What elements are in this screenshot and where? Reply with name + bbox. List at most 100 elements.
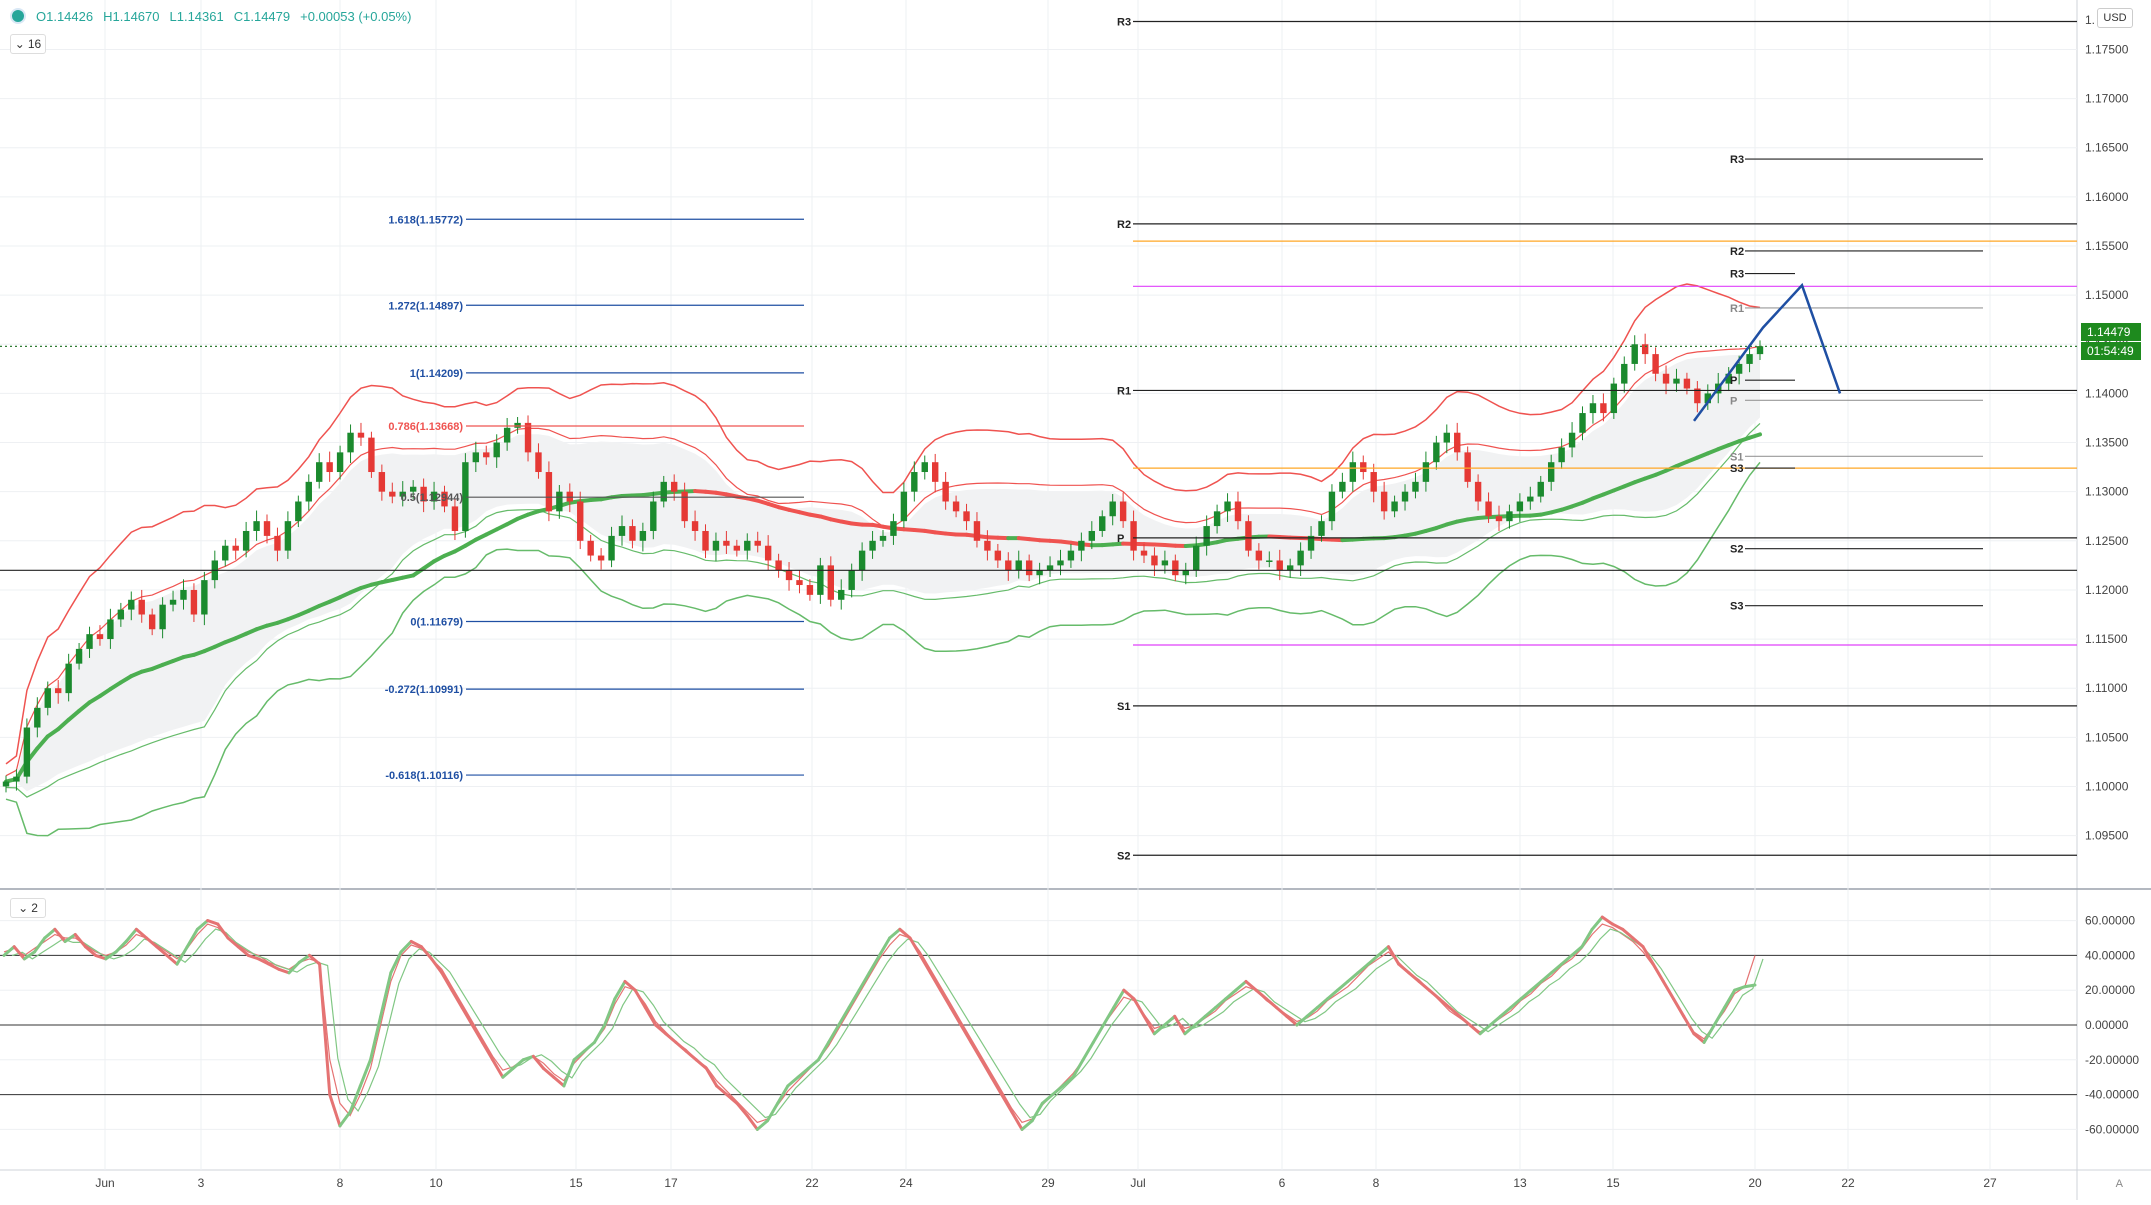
candle-body: [734, 546, 740, 551]
chart-area[interactable]: 1.175001.170001.165001.160001.155001.150…: [0, 0, 2151, 1200]
candle-body: [1569, 433, 1575, 448]
oscillator-count: 2: [31, 901, 38, 915]
weekly-pivot-label: S3: [1730, 463, 1743, 475]
price-tick-label: 1.17500: [2085, 42, 2129, 56]
candle-body: [671, 482, 677, 492]
candle-body: [922, 462, 928, 472]
candle-body: [232, 546, 238, 551]
currency-button[interactable]: USD: [2097, 8, 2133, 28]
candle-body: [55, 688, 61, 693]
legend-low: L1.14361: [170, 9, 224, 24]
candle-body: [170, 600, 176, 605]
candle-body: [556, 492, 562, 512]
candle-body: [1151, 556, 1157, 566]
candle-body: [1162, 560, 1168, 565]
price-tick-label: 1.13000: [2085, 485, 2129, 499]
weekly-pivot-label: R1: [1730, 303, 1744, 315]
candle-body: [180, 590, 186, 600]
candle-body: [1444, 433, 1450, 443]
candle-body: [1757, 346, 1763, 354]
candle-body: [1120, 502, 1126, 522]
candle-body: [191, 590, 197, 615]
candle-body: [640, 531, 646, 541]
candle-body: [1475, 482, 1481, 502]
monthly-pivot-label: S2: [1117, 850, 1130, 862]
candle-body: [1360, 462, 1366, 472]
oscillator-collapse-button[interactable]: ⌄ 2: [10, 898, 46, 918]
weekly-pivot-label: S3: [1730, 601, 1743, 613]
osc-tick-label: -20.00000: [2085, 1053, 2139, 1067]
candle-body: [295, 502, 301, 522]
candle-body: [1099, 516, 1105, 531]
candle-body: [1350, 462, 1356, 482]
candle-body: [3, 782, 9, 787]
candle-body: [744, 541, 750, 551]
candle-body: [45, 688, 51, 708]
candle-body: [1172, 560, 1178, 575]
fib-level-label: 0.786(1.13668): [388, 421, 463, 433]
candle-body: [1736, 364, 1742, 374]
candle-body: [1235, 502, 1241, 522]
auto-scale-button[interactable]: A: [2116, 1178, 2123, 1190]
price-tick-label: 1.10000: [2085, 779, 2129, 793]
candle-body: [911, 472, 917, 492]
candle-body: [326, 462, 332, 472]
weekly-pivot-label: P: [1730, 375, 1737, 387]
candle-body: [1318, 521, 1324, 536]
candle-body: [1611, 384, 1617, 413]
monthly-pivot-label: P: [1117, 533, 1124, 545]
fib-level-label: 1.272(1.14897): [388, 300, 463, 312]
candle-body: [65, 664, 71, 693]
weekly-pivot-label: R3: [1730, 154, 1744, 166]
time-tick-label: 10: [429, 1176, 443, 1190]
candle-body: [713, 541, 719, 551]
candle-body: [619, 526, 625, 536]
candle-body: [253, 521, 259, 531]
candle-body: [535, 452, 541, 472]
indicators-collapse-button[interactable]: ⌄ 16: [10, 34, 46, 54]
price-tick-label: 1.16000: [2085, 190, 2129, 204]
candle-body: [264, 521, 270, 536]
candle-body: [1412, 482, 1418, 492]
monthly-pivot-label: S1: [1117, 701, 1130, 713]
candle-body: [1130, 521, 1136, 550]
candle-body: [149, 615, 155, 630]
candle-body: [775, 560, 781, 570]
price-tick-label: 1.11000: [2085, 681, 2128, 695]
candle-body: [1517, 502, 1523, 512]
candle-body: [201, 580, 207, 614]
candle-body: [337, 452, 343, 472]
candle-body: [379, 472, 385, 492]
symbol-status-icon[interactable]: [10, 8, 26, 24]
ohlc-legend: O1.14426 H1.14670 L1.14361 C1.14479 +0.0…: [10, 8, 411, 24]
candle-body: [1036, 570, 1042, 575]
candle-body: [1256, 551, 1262, 561]
candle-body: [942, 482, 948, 502]
chart-canvas[interactable]: 1.175001.170001.165001.160001.155001.150…: [0, 0, 2151, 1200]
candle-body: [1746, 354, 1752, 364]
weekly-pivot-label: S1: [1730, 451, 1743, 463]
candle-body: [514, 423, 520, 428]
time-tick-label: 20: [1748, 1176, 1762, 1190]
candle-body: [880, 536, 886, 541]
candle-body: [1245, 521, 1251, 550]
time-tick-label: 8: [1373, 1176, 1380, 1190]
candle-body: [1673, 379, 1679, 384]
time-tick-label: 17: [664, 1176, 678, 1190]
time-tick-label: 15: [569, 1176, 583, 1190]
time-tick-label: 13: [1513, 1176, 1527, 1190]
candle-body: [890, 521, 896, 536]
chevron-down-icon: ⌄: [15, 37, 25, 51]
osc-tick-label: 0.00000: [2085, 1018, 2129, 1032]
candle-body: [963, 511, 969, 521]
fib-level-label: -0.272(1.10991): [385, 684, 464, 696]
price-tick-label: 1.12000: [2085, 583, 2129, 597]
candle-body: [932, 462, 938, 482]
price-tick-label: 1.12500: [2085, 534, 2129, 548]
candle-body: [629, 526, 635, 541]
time-tick-label: 3: [198, 1176, 205, 1190]
osc-tick-label: -60.00000: [2085, 1122, 2139, 1136]
candle-body: [1506, 511, 1512, 521]
candle-body: [1558, 447, 1564, 462]
candle-body: [608, 536, 614, 561]
